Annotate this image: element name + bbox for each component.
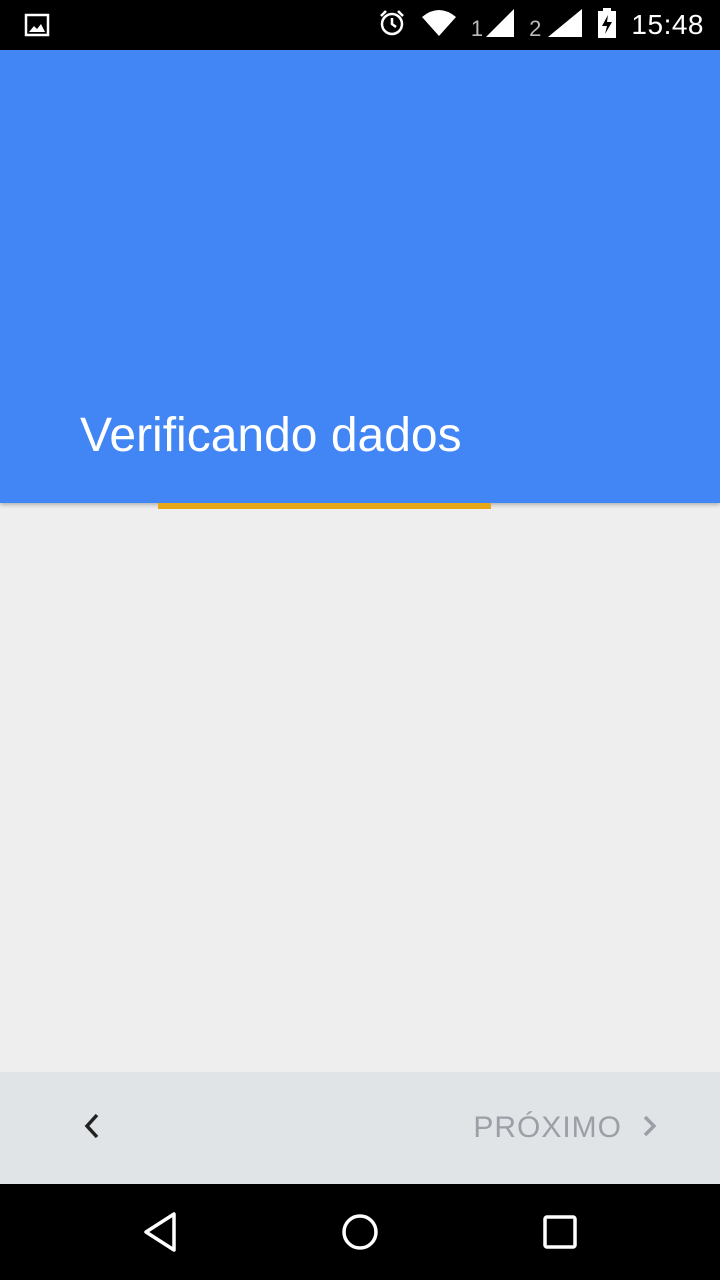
back-button[interactable] — [60, 1096, 124, 1160]
navigation-bar — [0, 1184, 720, 1280]
signal-icon — [485, 8, 515, 42]
clock: 15:48 — [631, 9, 704, 40]
signal-icon — [543, 8, 583, 42]
wifi-icon — [421, 9, 457, 41]
home-circle-icon[interactable] — [330, 1206, 390, 1258]
content-area — [0, 509, 720, 1072]
recents-square-icon[interactable] — [530, 1206, 590, 1258]
page-title: Verificando dados — [80, 409, 462, 462]
sim1-label: 1 — [470, 16, 484, 41]
next-button-label: PRÓXIMO — [473, 1111, 622, 1144]
header: Verificando dados — [0, 50, 720, 503]
battery-charging-icon — [597, 8, 617, 42]
action-bar: PRÓXIMO — [0, 1072, 720, 1184]
status-bar: 1 2 15:48 — [0, 0, 720, 50]
next-button[interactable]: PRÓXIMO — [473, 1096, 660, 1160]
back-triangle-icon[interactable] — [130, 1206, 190, 1258]
sim2-label: 2 — [529, 16, 542, 41]
chevron-right-icon — [640, 1111, 660, 1145]
alarm-icon — [377, 8, 407, 42]
chevron-left-icon — [80, 1111, 104, 1145]
image-icon — [24, 12, 50, 38]
